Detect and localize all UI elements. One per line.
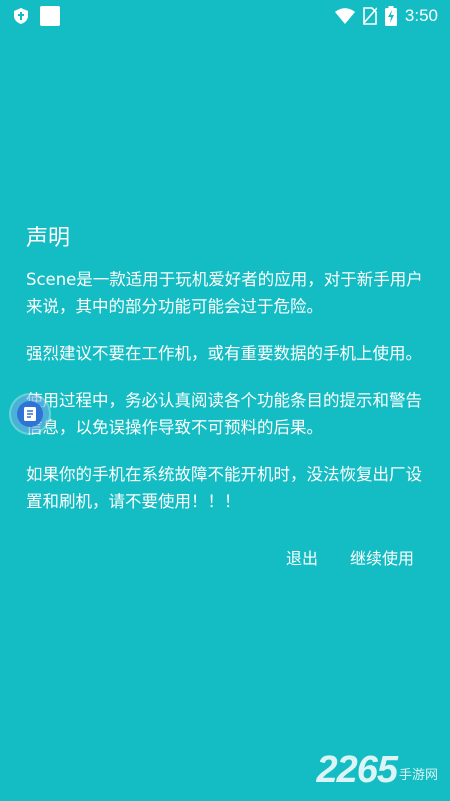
continue-button[interactable]: 继续使用 (350, 545, 414, 573)
status-bar-left (14, 6, 60, 26)
dialog-actions: 退出 继续使用 (286, 545, 414, 573)
dialog-paragraph-2: 强烈建议不要在工作机，或有重要数据的手机上使用。 (26, 344, 422, 363)
dialog-paragraph-1: Scene是一款适用于玩机爱好者的应用，对于新手用户来说，其中的部分功能可能会过… (26, 270, 423, 316)
floating-assistant-button[interactable] (11, 395, 49, 433)
no-sim-icon (362, 7, 377, 25)
dialog-body: Scene是一款适用于玩机爱好者的应用，对于新手用户来说，其中的部分功能可能会过… (26, 266, 426, 535)
dialog-paragraph-3: 使用过程中，务必认真阅读各个功能条目的提示和警告信息，以免误操作导致不可预料的后… (26, 391, 422, 437)
battery-charging-icon (384, 6, 397, 26)
shield-icon (14, 8, 28, 24)
watermark-logo: 2265 手游网 (316, 751, 438, 789)
status-time: 3:50 (404, 6, 438, 25)
status-bar-right: 3:50 (334, 6, 438, 26)
dialog-title: 声明 (26, 226, 71, 251)
floating-ball-icon (17, 401, 43, 427)
notification-icon (40, 6, 60, 26)
status-bar: 3:50 (0, 0, 450, 32)
watermark-text: 手游网 (398, 768, 438, 783)
exit-button[interactable]: 退出 (286, 545, 318, 573)
watermark-number: 2265 (316, 749, 398, 791)
wifi-icon (334, 8, 355, 24)
dialog-paragraph-4: 如果你的手机在系统故障不能开机时，没法恢复出厂设置和刷机，请不要使用！！！ (26, 465, 422, 511)
